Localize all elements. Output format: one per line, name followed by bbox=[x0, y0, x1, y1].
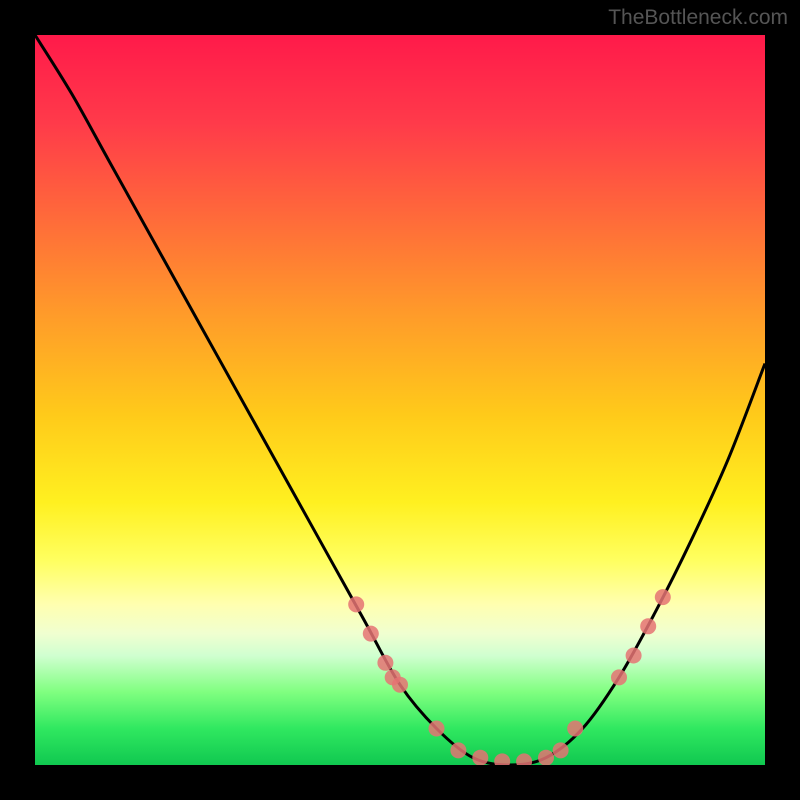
data-point bbox=[494, 753, 510, 765]
data-point bbox=[363, 626, 379, 642]
data-point bbox=[538, 750, 554, 765]
marker-group bbox=[348, 589, 671, 765]
data-point bbox=[516, 753, 532, 765]
data-point bbox=[377, 655, 393, 671]
data-point bbox=[429, 721, 445, 737]
data-point bbox=[450, 742, 466, 758]
data-point bbox=[655, 589, 671, 605]
chart-container: TheBottleneck.com bbox=[0, 0, 800, 800]
data-point bbox=[626, 648, 642, 664]
curve-svg bbox=[35, 35, 765, 765]
data-point bbox=[567, 721, 583, 737]
bottleneck-curve bbox=[35, 35, 765, 765]
data-point bbox=[472, 750, 488, 765]
plot-area bbox=[35, 35, 765, 765]
data-point bbox=[392, 677, 408, 693]
watermark-text: TheBottleneck.com bbox=[608, 6, 788, 30]
data-point bbox=[553, 742, 569, 758]
data-point bbox=[640, 618, 656, 634]
data-point bbox=[611, 669, 627, 685]
data-point bbox=[348, 596, 364, 612]
